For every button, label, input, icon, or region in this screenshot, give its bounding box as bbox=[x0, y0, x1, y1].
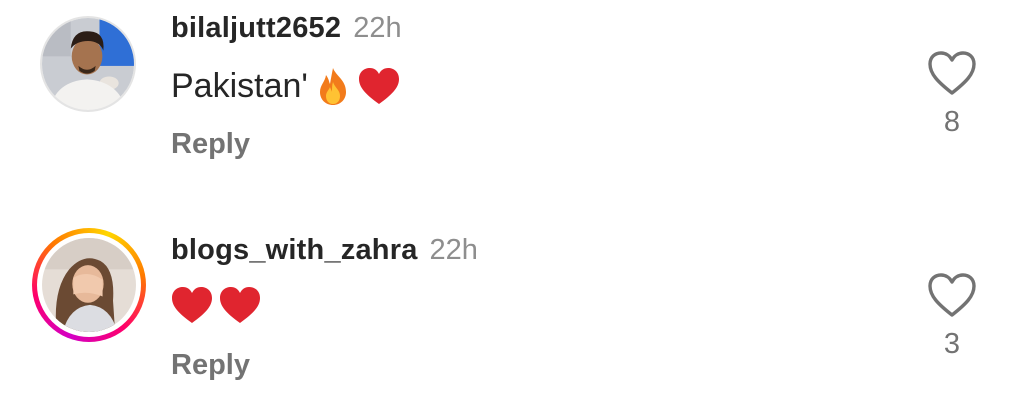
comment-item: blogs_with_zahra 22h Reply 3 bbox=[0, 222, 1024, 412]
timestamp: 22h bbox=[353, 12, 402, 44]
comment-text bbox=[171, 286, 261, 324]
profile-photo-icon bbox=[42, 18, 134, 110]
like-section: 3 bbox=[926, 272, 978, 361]
profile-photo-icon bbox=[42, 238, 136, 332]
like-count: 3 bbox=[943, 328, 961, 360]
username[interactable]: bilaljutt2652 bbox=[171, 12, 341, 44]
timestamp: 22h bbox=[429, 234, 478, 266]
comment-item: bilaljutt2652 22h Pakistan' Reply 8 bbox=[0, 0, 1024, 190]
avatar bbox=[37, 233, 141, 337]
heart-outline-icon[interactable] bbox=[927, 272, 977, 318]
red-heart-emoji bbox=[358, 67, 400, 105]
red-heart-emoji bbox=[219, 286, 261, 324]
comment-text: Pakistan' bbox=[171, 66, 400, 106]
comment-header: bilaljutt2652 22h bbox=[171, 12, 402, 45]
comment-text-content: Pakistan' bbox=[171, 66, 308, 105]
heart-outline-icon[interactable] bbox=[927, 50, 977, 96]
reply-button[interactable]: Reply bbox=[171, 349, 250, 382]
comment-header: blogs_with_zahra 22h bbox=[171, 234, 478, 267]
avatar[interactable] bbox=[40, 16, 136, 112]
like-section: 8 bbox=[926, 50, 978, 139]
red-heart-emoji bbox=[171, 286, 213, 324]
like-count: 8 bbox=[943, 106, 961, 138]
username[interactable]: blogs_with_zahra bbox=[171, 234, 418, 266]
reply-button[interactable]: Reply bbox=[171, 128, 250, 161]
fire-emoji bbox=[314, 66, 352, 106]
avatar-story-ring[interactable] bbox=[32, 228, 146, 342]
